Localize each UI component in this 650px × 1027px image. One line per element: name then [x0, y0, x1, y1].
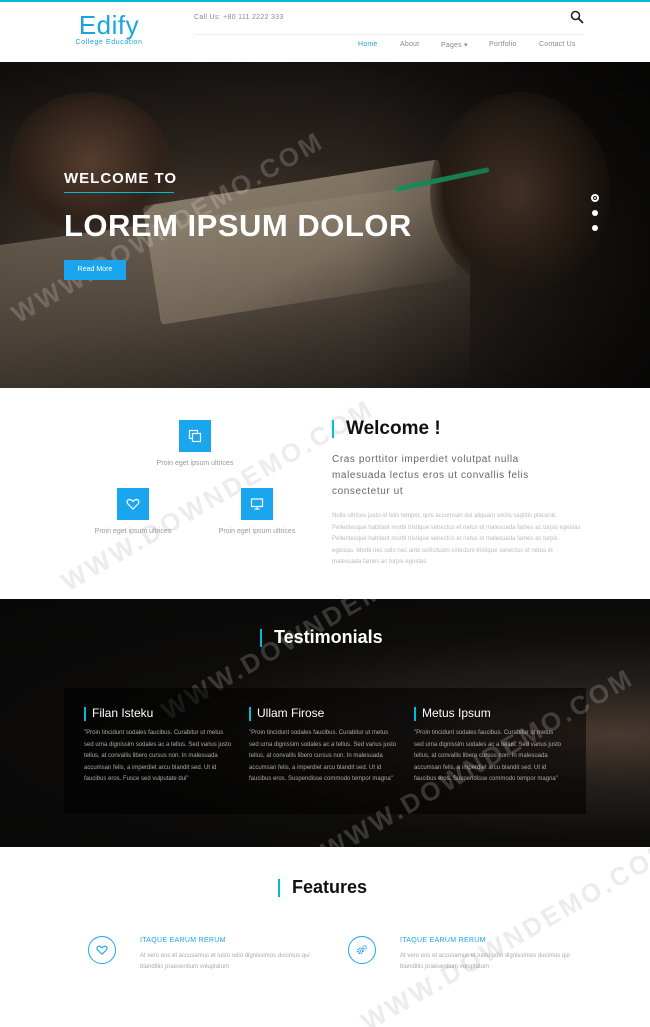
- testimonial-bar: [249, 707, 251, 721]
- heart-icon: [88, 936, 116, 964]
- nav-divider: [194, 34, 584, 35]
- testimonials-title-bar: [260, 629, 262, 647]
- testimonial-name: Ullam Firose: [257, 706, 325, 720]
- search-icon[interactable]: [570, 10, 584, 24]
- testimonials-panel: Filan Isteku "Proin tincidunt sodales fa…: [64, 688, 586, 814]
- copy-icon: [179, 420, 211, 452]
- slider-dot-1[interactable]: [591, 194, 599, 202]
- heart-icon: [117, 488, 149, 520]
- features-title-bar: [278, 879, 280, 897]
- testimonials-title: Testimonials: [274, 627, 383, 647]
- hero-welcome-text: WELCOME TO: [64, 170, 178, 187]
- feature-caption: Proin eget ipsum ultrices: [156, 460, 234, 467]
- testimonial-bar: [84, 707, 86, 721]
- feature-text: At vero eos et accusamus et iusto odio d…: [400, 953, 570, 970]
- nav-home[interactable]: Home: [358, 41, 377, 55]
- testimonial-name: Filan Isteku: [92, 706, 154, 720]
- call-us-text: Call Us: +80 111 2222 333: [194, 14, 284, 21]
- nav-about[interactable]: About: [400, 41, 419, 55]
- welcome-body-text: Nulla ultrices justo id felis tempor, qu…: [332, 513, 581, 565]
- testimonial-text: "Proin tincidunt sodales faucibus. Curab…: [84, 730, 232, 782]
- testimonials-section: Testimonials WWW.DOWNDEMO.COM Filan Iste…: [0, 522, 650, 866]
- nav-pages[interactable]: Pages ▾: [441, 41, 468, 55]
- feature-heading: ITAQUE EARUM RERUM: [140, 937, 226, 944]
- feature-caption: Proin eget ipsum ultrices: [218, 528, 296, 535]
- read-more-button[interactable]: Read More: [64, 260, 126, 280]
- logo-title: Edify: [78, 10, 140, 40]
- gears-icon: [348, 936, 376, 964]
- slider-dot-2[interactable]: [592, 210, 598, 216]
- hero-title: LOREM IPSUM DOLOR: [64, 208, 412, 243]
- nav-portfolio[interactable]: Portfolio: [489, 41, 516, 55]
- testimonial-bar: [414, 707, 416, 721]
- monitor-icon: [241, 488, 273, 520]
- testimonial-name: Metus Ipsum: [422, 706, 491, 720]
- welcome-title-bar: [332, 420, 334, 438]
- welcome-lead-text: Cras porttitor imperdiet volutpat nulla …: [332, 454, 529, 497]
- watermark: WWW.DOWNDEMO.COM: [356, 833, 650, 1027]
- feature-heading: ITAQUE EARUM RERUM: [400, 937, 486, 944]
- testimonial-text: "Proin tincidunt sodales faucibus. Curab…: [414, 730, 562, 782]
- testimonial-text: "Proin tincidunt sodales faucibus. Curab…: [249, 730, 397, 782]
- feature-text: At vero eos et accusamus et iusto odio d…: [140, 953, 310, 970]
- hero-slider: WWW.DOWNDEMO.COM WELCOME TO LOREM IPSUM …: [0, 62, 650, 388]
- feature-caption: Proin eget ipsum ultrices: [94, 528, 172, 535]
- nav-contact-us[interactable]: Contact Us: [539, 41, 576, 55]
- hero-welcome-underline: [64, 192, 174, 193]
- logo-subtitle: College Education: [75, 39, 143, 46]
- features-title: Features: [292, 877, 368, 897]
- slider-dot-3[interactable]: [592, 225, 598, 231]
- logo[interactable]: Edify College Education: [64, 10, 154, 46]
- welcome-title: Welcome !: [346, 418, 441, 439]
